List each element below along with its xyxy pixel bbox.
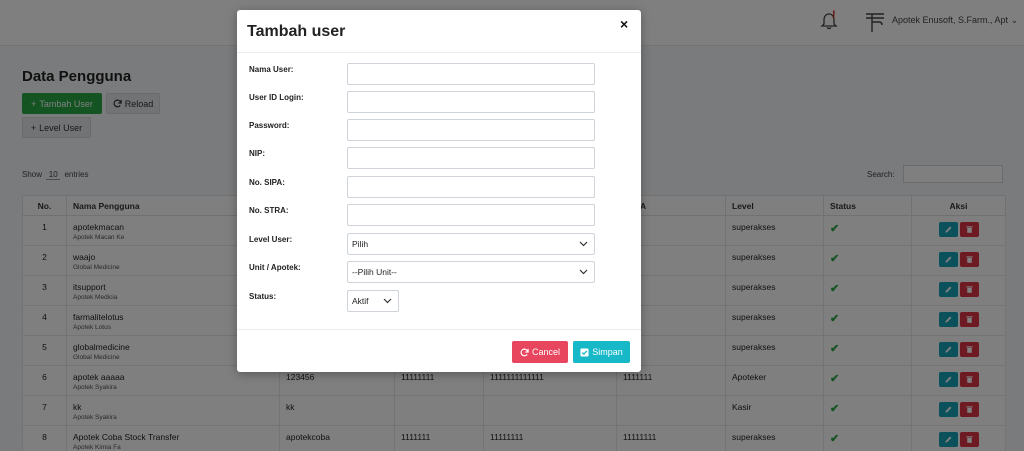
- sipa-label: No. SIPA:: [249, 178, 285, 187]
- modal-footer: Cancel Simpan: [237, 329, 641, 372]
- add-user-modal: Tambah user × Nama User: User ID Login: …: [237, 10, 641, 372]
- check-square-icon: [580, 347, 589, 357]
- modal-header: Tambah user ×: [237, 10, 641, 53]
- chevron-down-icon: [579, 269, 588, 275]
- user-id-label: User ID Login:: [249, 93, 304, 102]
- unit-select[interactable]: --Pilih Unit--: [347, 261, 595, 283]
- level-user-select[interactable]: Pilih: [347, 233, 595, 255]
- level-user-label: Level User:: [249, 235, 293, 244]
- nip-label: NIP:: [249, 149, 265, 158]
- close-icon[interactable]: ×: [620, 16, 628, 32]
- password-label: Password:: [249, 121, 290, 130]
- chevron-down-icon: [579, 241, 588, 247]
- unit-label: Unit / Apotek:: [249, 263, 301, 272]
- nip-input[interactable]: [347, 147, 595, 169]
- refresh-icon: [520, 348, 529, 356]
- sipa-input[interactable]: [347, 176, 595, 198]
- modal-title: Tambah user: [247, 23, 346, 40]
- user-id-input[interactable]: [347, 91, 595, 113]
- status-select[interactable]: Aktif: [347, 290, 399, 312]
- password-input[interactable]: [347, 119, 595, 141]
- save-button[interactable]: Simpan: [573, 341, 630, 363]
- stra-label: No. STRA:: [249, 206, 289, 215]
- cancel-button[interactable]: Cancel: [512, 341, 568, 363]
- nama-user-input[interactable]: [347, 63, 595, 85]
- stra-input[interactable]: [347, 204, 595, 226]
- status-label: Status:: [249, 292, 277, 301]
- chevron-down-icon: [383, 298, 392, 304]
- nama-user-label: Nama User:: [249, 65, 294, 74]
